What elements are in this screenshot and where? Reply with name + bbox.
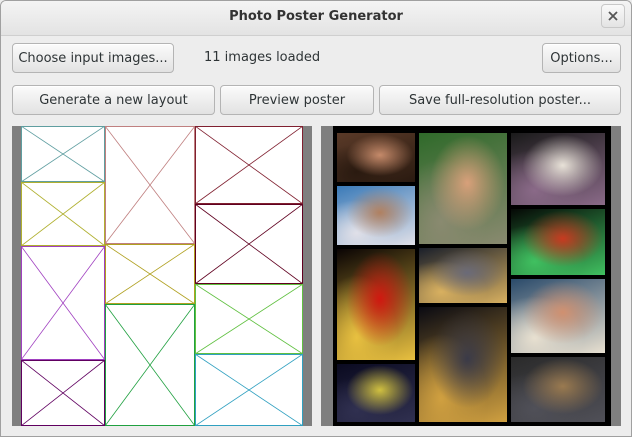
poster-photo-parade-dancers (337, 364, 415, 422)
layout-cell (194, 353, 304, 427)
poster-preview-panel (321, 126, 621, 426)
layout-cell (194, 203, 304, 285)
close-button[interactable] (601, 4, 625, 28)
preview-poster-button[interactable]: Preview poster (220, 85, 374, 115)
poster-photo-fisheye-selfie (337, 186, 415, 245)
layout-cell (104, 125, 196, 245)
poster-photo-group-selfie (337, 133, 415, 182)
layout-cell (20, 245, 106, 361)
options-button[interactable]: Options... (542, 43, 621, 73)
poster-photo-man-with-sunglasses-head (511, 279, 605, 353)
poster-photo-smiling-man-sunglasses (419, 133, 507, 244)
close-icon (608, 11, 618, 21)
title-bar: Photo Poster Generator (1, 1, 631, 36)
app-window: Photo Poster Generator Choose input imag… (0, 0, 632, 437)
poster-photo-street-festival (511, 357, 605, 422)
window-title: Photo Poster Generator (229, 9, 403, 24)
poster-photo-sculpture-and-mirror (511, 133, 605, 205)
layout-cell (20, 125, 106, 183)
save-poster-button[interactable]: Save full-resolution poster... (379, 85, 621, 115)
layout-diagram (20, 125, 304, 427)
poster-photo-night-garden-lights (511, 209, 605, 275)
layout-cell (194, 283, 304, 355)
layout-cell (20, 181, 106, 247)
poster-canvas (333, 126, 611, 426)
layout-cell (104, 243, 196, 305)
poster-photo-street-at-night (419, 307, 507, 422)
layout-cell (20, 359, 106, 427)
layout-sheet (20, 125, 304, 427)
poster-photo-city-skyline-night (419, 248, 507, 303)
choose-images-button[interactable]: Choose input images... (12, 43, 174, 73)
layout-preview-panel (12, 125, 312, 427)
layout-cell (104, 303, 196, 427)
generate-layout-button[interactable]: Generate a new layout (12, 85, 215, 115)
poster-photo-red-glass-sculpture (337, 249, 415, 360)
images-loaded-status: 11 images loaded (204, 50, 321, 65)
layout-cell (194, 125, 304, 205)
